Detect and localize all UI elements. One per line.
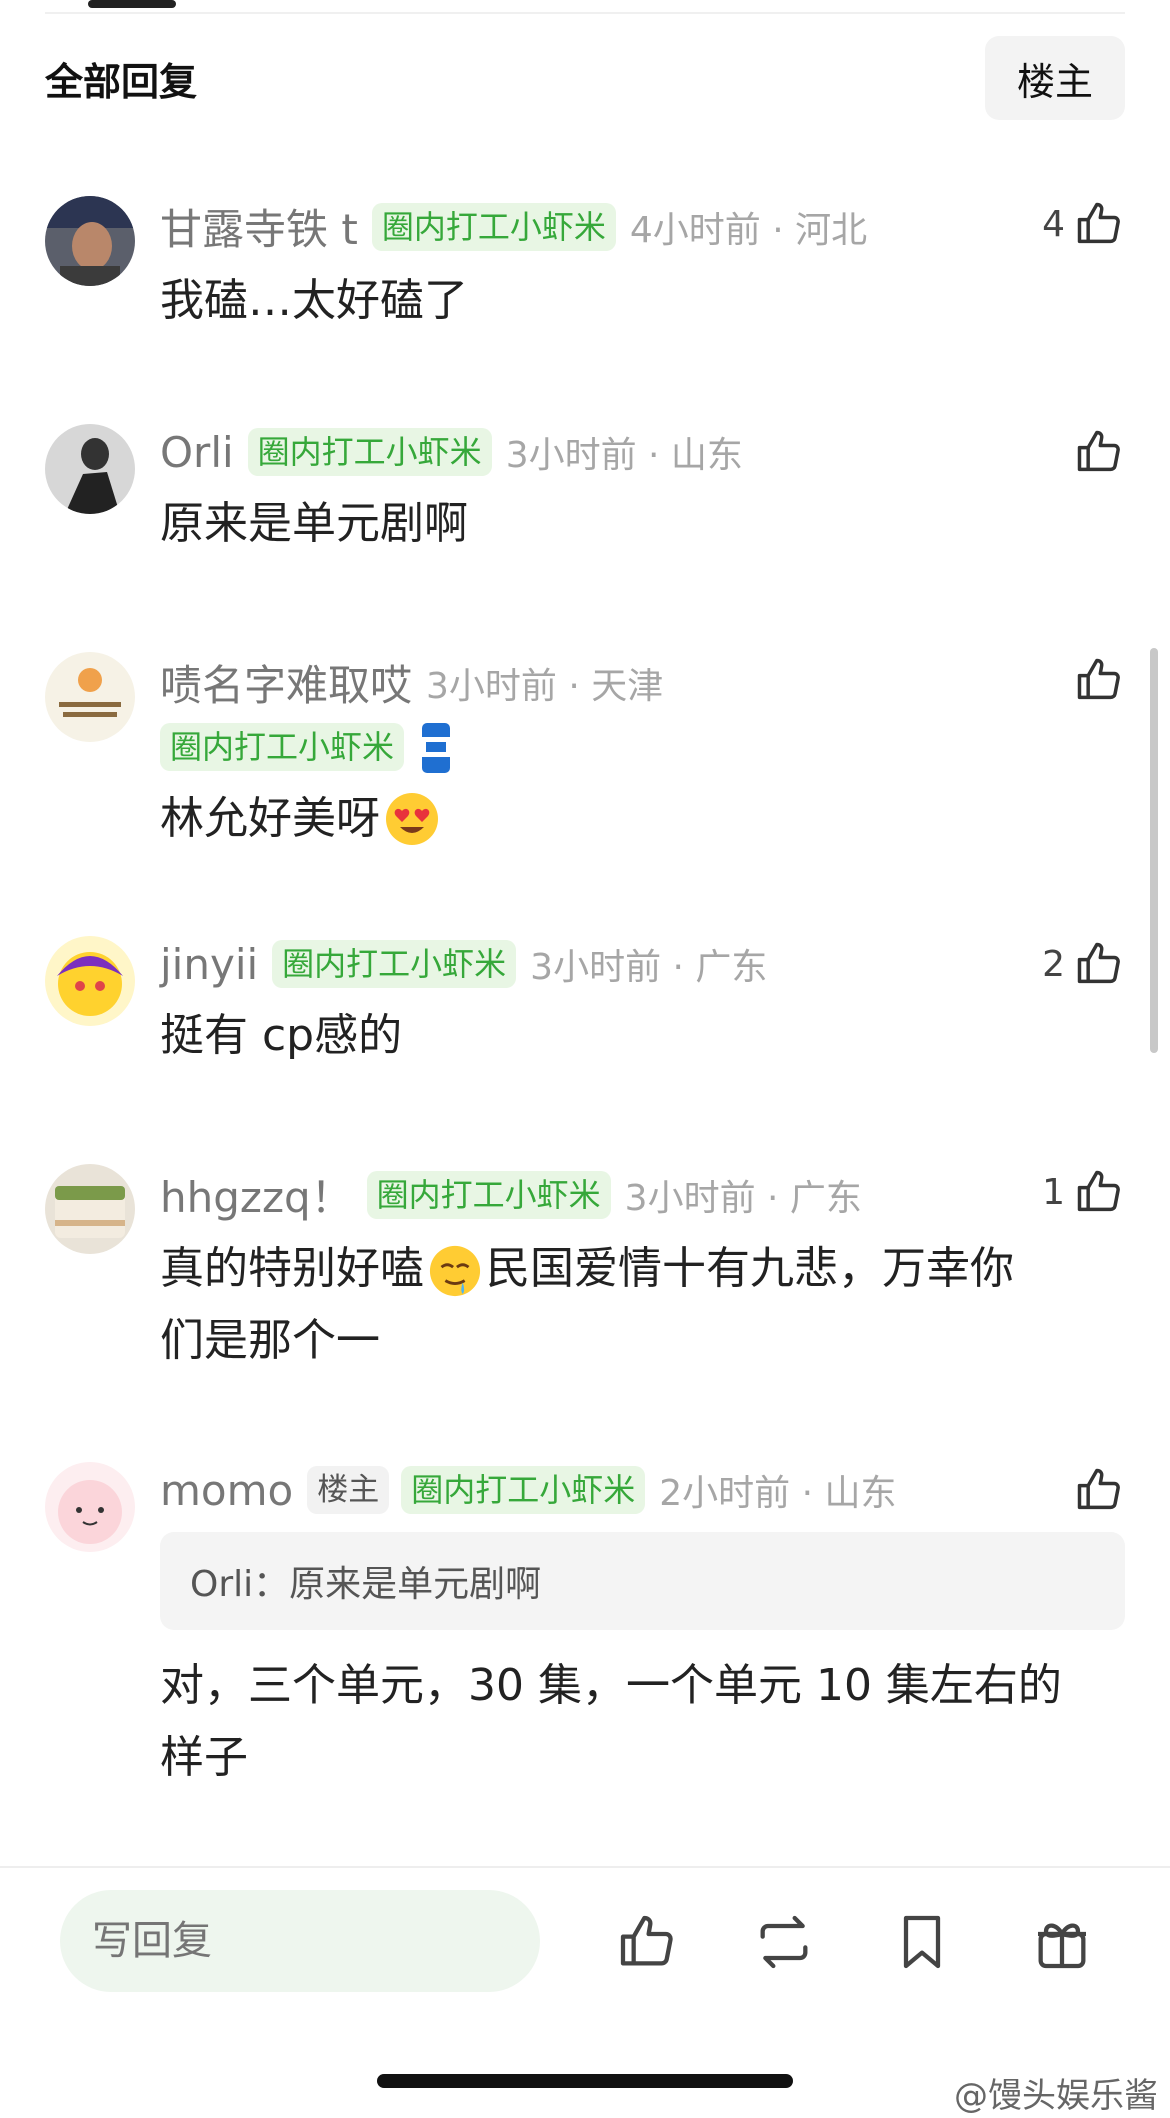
like-button[interactable]: [1065, 652, 1125, 708]
avatar[interactable]: [45, 1462, 135, 1552]
comment-text-row: 林允好美呀: [160, 783, 1125, 855]
comment-text: 原来是单元剧啊: [160, 498, 468, 549]
user-badge: 圈内打工小虾米: [366, 1170, 611, 1219]
comment-body: 甘露寺铁 t 圈内打工小虾米 4小时前 · 河北 我磕…太好磕了: [160, 196, 1125, 337]
comment-text-part: 真的特别好嗑: [160, 1243, 424, 1294]
like-post-button[interactable]: [615, 1910, 679, 1974]
comment-text: 对，三个单元，30 集，一个单元 10 集左右的 样子: [160, 1650, 1125, 1794]
timestamp-location: 3小时前 · 山东: [505, 435, 743, 476]
like-count: 1: [1042, 1171, 1065, 1213]
repost-icon: [760, 1915, 808, 1969]
avatar[interactable]: [45, 936, 135, 1026]
user-badge: 圈内打工小虾米: [272, 940, 517, 988]
bottom-divider: [0, 1866, 1170, 1868]
like-button[interactable]: 1: [1042, 1164, 1125, 1220]
bookmark-icon: [903, 1915, 941, 1969]
avatar[interactable]: [45, 652, 135, 742]
comment-body: Orli 圈内打工小虾米 3小时前 · 山东 原来是单元剧啊: [160, 424, 1125, 560]
comment-item: Orli 圈内打工小虾米 3小时前 · 山东 原来是单元剧啊: [45, 424, 1125, 574]
like-button[interactable]: [1065, 1462, 1125, 1518]
comment-text-part: 们是那个一: [160, 1315, 380, 1366]
comment-item: 啧名字难取哎 3小时前 · 天津 圈内打工小虾米 林允好美呀: [45, 652, 1125, 852]
avatar[interactable]: [45, 424, 135, 514]
comment-item: jinyii 圈内打工小虾米 3小时前 · 广东 挺有 cp感的 2: [45, 936, 1125, 1086]
comment-body: hhgzzq！ 圈内打工小虾米 3小时前 · 广东 真的特别好嗑 民国爱情十有九…: [160, 1164, 1125, 1377]
comment-meta: hhgzzq！ 圈内打工小虾米 3小时前 · 广东: [160, 1164, 1125, 1225]
username[interactable]: momo: [160, 1466, 293, 1515]
drooling-emoji-icon: [429, 1245, 481, 1297]
comment-item: 甘露寺铁 t 圈内打工小虾米 4小时前 · 河北 我磕…太好磕了 4: [45, 196, 1125, 346]
user-badge: 圈内打工小虾米: [371, 202, 616, 251]
comment-meta: jinyii 圈内打工小虾米 3小时前 · 广东: [160, 936, 1125, 992]
comment-text: 挺有 cp感的: [160, 1010, 403, 1061]
thumbs-up-icon: [1077, 1468, 1120, 1510]
avatar[interactable]: [45, 196, 135, 286]
beer-can-icon: [422, 723, 451, 773]
gift-button[interactable]: [1030, 1910, 1094, 1974]
comment-body: 啧名字难取哎 3小时前 · 天津 圈内打工小虾米 林允好美呀: [160, 652, 1125, 855]
comment-body: momo 楼主 圈内打工小虾米 2小时前 · 山东 Orli：原来是单元剧啊 对…: [160, 1462, 1125, 1794]
timestamp-location: 3小时前 · 广东: [624, 1177, 862, 1219]
bookmark-button[interactable]: [890, 1910, 954, 1974]
like-button[interactable]: [1065, 424, 1125, 480]
comment-meta: 啧名字难取哎 3小时前 · 天津: [160, 652, 1125, 713]
comment-text: 我磕…太好磕了: [160, 275, 468, 326]
user-badge: 圈内打工小虾米: [160, 723, 405, 771]
username[interactable]: hhgzzq！: [160, 1164, 353, 1225]
page-title: 全部回复: [45, 59, 198, 104]
timestamp-location: 4小时前 · 河北: [629, 209, 868, 251]
gift-icon: [1038, 1923, 1086, 1969]
quoted-reply[interactable]: Orli：原来是单元剧啊: [160, 1532, 1125, 1630]
scrollbar[interactable]: [1150, 648, 1158, 1053]
comment-item: hhgzzq！ 圈内打工小虾米 3小时前 · 广东 真的特别好嗑 民国爱情十有九…: [45, 1164, 1125, 1384]
username[interactable]: 啧名字难取哎: [160, 652, 412, 713]
comment-meta: 甘露寺铁 t 圈内打工小虾米 4小时前 · 河北: [160, 196, 1125, 257]
op-only-filter-button[interactable]: 楼主: [985, 36, 1125, 120]
comment-text-part: 民国爱情十有九悲，万幸你: [486, 1243, 1014, 1294]
comment-text-part: 样子: [160, 1732, 248, 1783]
username[interactable]: 甘露寺铁 t: [160, 196, 358, 257]
thumbs-up-icon: [620, 1915, 673, 1966]
like-count: 4: [1042, 203, 1065, 245]
like-button[interactable]: 4: [1042, 196, 1125, 252]
user-badge: 圈内打工小虾米: [247, 428, 492, 476]
thumbs-up-icon: [1077, 430, 1120, 472]
like-button[interactable]: 2: [1042, 936, 1125, 992]
user-badge: 圈内打工小虾米: [401, 1466, 646, 1514]
timestamp-location: 3小时前 · 广东: [530, 947, 768, 988]
timestamp-location: 2小时前 · 山东: [659, 1473, 897, 1514]
comment-body: jinyii 圈内打工小虾米 3小时前 · 广东 挺有 cp感的: [160, 936, 1125, 1072]
watermark: @馒头娱乐酱: [954, 2076, 1158, 2116]
username[interactable]: jinyii: [160, 940, 258, 989]
badge-row: 圈内打工小虾米: [160, 713, 1125, 775]
timestamp-location: 3小时前 · 天津: [426, 665, 664, 707]
repost-button[interactable]: [752, 1910, 816, 1974]
like-count: 2: [1042, 943, 1065, 985]
op-tag: 楼主: [307, 1466, 390, 1514]
thumbs-up-icon: [1077, 942, 1120, 984]
comment-text: 真的特别好嗑 民国爱情十有九悲，万幸你们是那个一: [160, 1233, 1125, 1377]
reply-input[interactable]: [60, 1890, 540, 1992]
thumbs-up-icon: [1077, 1170, 1120, 1212]
comment-item: momo 楼主 圈内打工小虾米 2小时前 · 山东 Orli：原来是单元剧啊 对…: [45, 1462, 1125, 1792]
comment-text: 林允好美呀: [160, 793, 380, 844]
top-divider: [45, 12, 1125, 14]
comment-meta: momo 楼主 圈内打工小虾米 2小时前 · 山东: [160, 1462, 1125, 1518]
comment-meta: Orli 圈内打工小虾米 3小时前 · 山东: [160, 424, 1125, 480]
tab-indicator: [88, 0, 176, 8]
home-indicator: [377, 2074, 793, 2088]
thumbs-up-icon: [1077, 202, 1120, 244]
avatar[interactable]: [45, 1164, 135, 1254]
comment-text-part: 对，三个单元，30 集，一个单元 10 集左右的: [160, 1660, 1062, 1711]
thumbs-up-icon: [1077, 658, 1120, 700]
username[interactable]: Orli: [160, 428, 234, 477]
heart-eyes-emoji-icon: [386, 793, 438, 845]
replies-header: 全部回复 楼主: [45, 36, 1125, 120]
